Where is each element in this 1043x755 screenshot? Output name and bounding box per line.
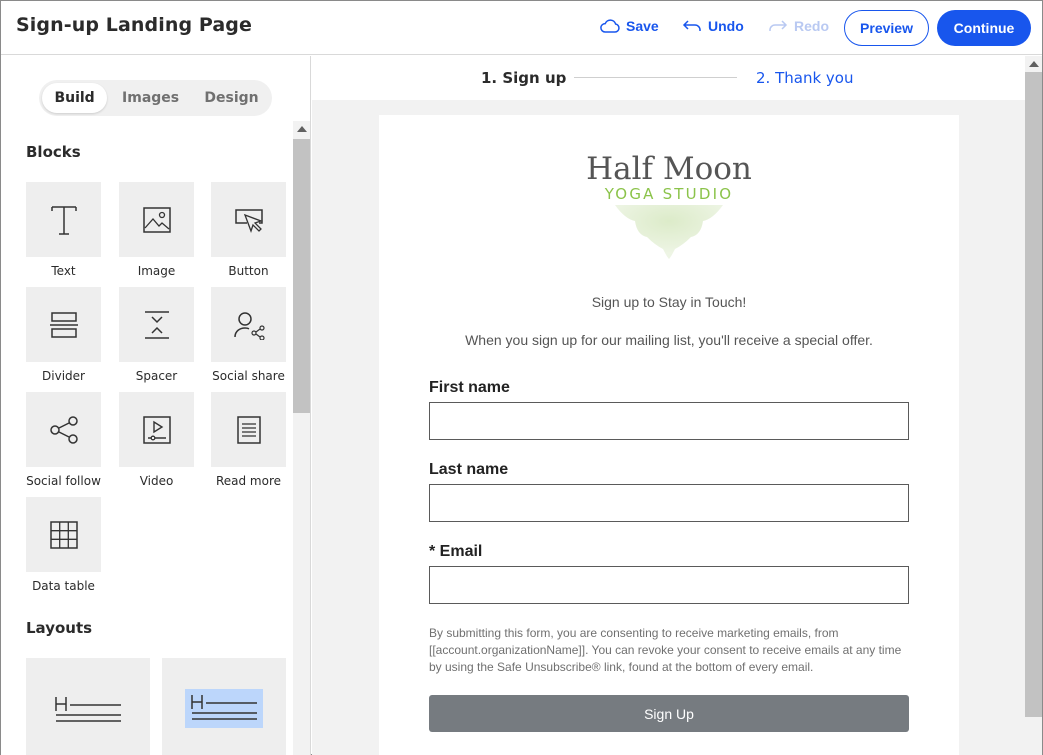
continue-button[interactable]: Continue <box>937 10 1031 46</box>
blocks-title: Blocks <box>26 143 81 161</box>
block-data-table[interactable]: Data table <box>26 497 101 593</box>
form-headline: Sign up to Stay in Touch! <box>591 294 747 310</box>
video-icon <box>142 415 171 444</box>
social-follow-icon <box>49 415 78 444</box>
save-label: Save <box>626 18 659 34</box>
scrollbar-thumb[interactable] <box>1025 72 1042 717</box>
spacer-icon <box>144 310 169 339</box>
page-title: Sign-up Landing Page <box>16 14 252 36</box>
block-social-follow[interactable]: Social follow <box>26 392 101 488</box>
step-connector <box>574 77 737 78</box>
block-read-more[interactable]: Read more <box>211 392 286 488</box>
email-field[interactable] <box>429 566 909 604</box>
block-video[interactable]: Video <box>119 392 194 488</box>
block-social-share[interactable]: Social share <box>211 287 286 383</box>
tab-design[interactable]: Design <box>194 83 269 113</box>
read-more-icon <box>236 415 261 444</box>
layouts-title: Layouts <box>26 619 93 637</box>
block-label: Video <box>139 474 174 488</box>
canvas-scrollbar[interactable] <box>1025 56 1042 755</box>
first-name-label: First name <box>429 379 510 396</box>
layout-highlight <box>185 688 263 728</box>
block-label: Data table <box>32 579 95 593</box>
first-name-field[interactable] <box>429 402 909 440</box>
sign-up-button[interactable]: Sign Up <box>429 695 909 732</box>
tab-build[interactable]: Build <box>42 83 108 113</box>
half-moon-logo[interactable]: Half Moon YOGA STUDIO <box>585 149 753 259</box>
block-label: Social share <box>212 369 285 383</box>
step-indicator: 1. Sign up 2. Thank you <box>312 56 1025 100</box>
sidebar: Build Images Design Blocks Text Image Bu… <box>1 56 311 755</box>
block-label: Social follow <box>26 474 101 488</box>
tab-images[interactable]: Images <box>107 83 194 113</box>
step-thank-you[interactable]: 2. Thank you <box>756 69 853 87</box>
block-label: Text <box>51 264 76 278</box>
heading-lines-icon <box>191 694 257 720</box>
scrollbar-thumb[interactable] <box>293 139 310 413</box>
data-table-icon <box>49 520 78 549</box>
form-subline: When you sign up for our mailing list, y… <box>465 332 873 348</box>
undo-button[interactable]: Undo <box>682 18 744 34</box>
preview-button[interactable]: Preview <box>844 10 929 46</box>
layout-heading-text[interactable] <box>26 658 150 755</box>
step-sign-up[interactable]: 1. Sign up <box>481 69 566 87</box>
block-label: Button <box>228 264 269 278</box>
last-name-field[interactable] <box>429 484 909 522</box>
redo-button[interactable]: Redo <box>768 18 829 34</box>
redo-label: Redo <box>794 18 829 34</box>
block-divider[interactable]: Divider <box>26 287 101 383</box>
sidebar-scrollbar[interactable] <box>293 121 310 755</box>
block-button[interactable]: Button <box>211 182 286 278</box>
text-icon <box>50 205 77 235</box>
cloud-icon <box>600 19 620 33</box>
undo-label: Undo <box>708 18 744 34</box>
image-icon <box>142 206 171 233</box>
heading-lines-icon <box>55 697 121 722</box>
editor-canvas: 1. Sign up 2. Thank you Half Moon YOGA S… <box>312 56 1025 755</box>
scroll-up-arrow-icon[interactable] <box>297 126 307 132</box>
block-label: Spacer <box>135 369 178 383</box>
social-share-icon <box>233 311 265 340</box>
logo-line1: Half Moon <box>586 151 752 187</box>
undo-icon <box>682 20 701 31</box>
logo-line2: YOGA STUDIO <box>604 185 733 203</box>
block-image[interactable]: Image <box>119 182 194 278</box>
block-label: Image <box>137 264 176 278</box>
redo-icon <box>769 20 788 31</box>
landing-page-preview: Half Moon YOGA STUDIO Sign up to Stay in… <box>379 115 959 755</box>
sidebar-tabs: Build Images Design <box>39 80 272 116</box>
save-button[interactable]: Save <box>600 18 659 34</box>
scroll-up-arrow-icon[interactable] <box>1029 61 1039 67</box>
block-label: Read more <box>215 474 282 488</box>
app-header: Sign-up Landing Page Save Undo Redo Prev… <box>1 1 1042 55</box>
button-icon <box>234 208 263 233</box>
layout-heading-text-selected[interactable] <box>162 658 286 755</box>
block-spacer[interactable]: Spacer <box>119 287 194 383</box>
block-text[interactable]: Text <box>26 182 101 278</box>
divider-icon <box>49 311 78 338</box>
email-label: * Email <box>429 543 483 560</box>
block-label: Divider <box>42 369 85 383</box>
consent-text: By submitting this form, you are consent… <box>429 626 902 674</box>
last-name-label: Last name <box>429 461 509 478</box>
